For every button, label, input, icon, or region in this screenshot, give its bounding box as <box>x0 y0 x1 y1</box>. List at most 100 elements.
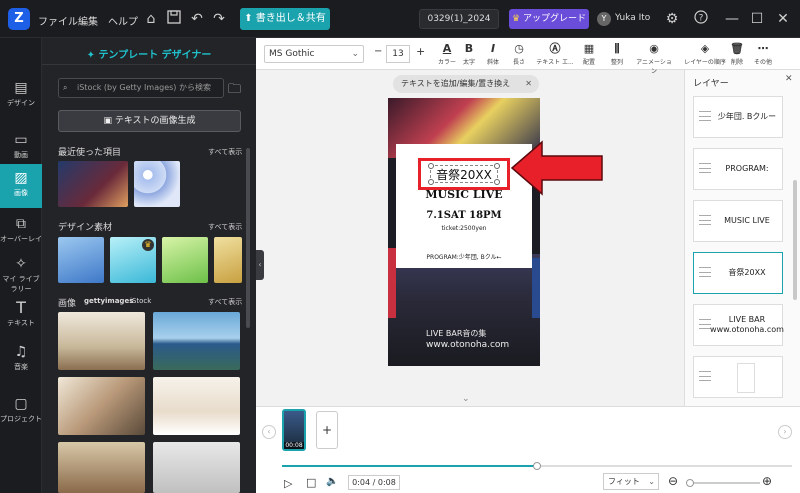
menu-help[interactable]: ヘルプ <box>108 13 138 28</box>
recent-thumb-pattern[interactable] <box>134 161 180 207</box>
menu-edit[interactable]: 編集 <box>78 13 98 28</box>
maximize-icon[interactable]: ☐ <box>748 10 766 28</box>
tool-design[interactable]: ▤ デザイン <box>0 74 42 118</box>
see-all-recent[interactable]: すべて表示 <box>208 147 242 157</box>
zoom-out-icon[interactable]: ⊖ <box>668 474 678 488</box>
zoom-knob[interactable] <box>686 479 694 487</box>
font-size-field[interactable]: 13 <box>386 45 410 63</box>
layer-item[interactable] <box>693 356 783 398</box>
add-clip-button[interactable]: + <box>316 411 338 449</box>
close-tip-icon[interactable]: ✕ <box>525 75 532 93</box>
upgrade-button[interactable]: ♛ アップグレード <box>509 9 589 29</box>
timeline: ‹ 00:08 + › ▷ □ 🔈 0:04 / 0:08 フィット ⌄ ⊖ ⊕ <box>256 406 800 493</box>
image-thumb-dining[interactable] <box>58 312 145 370</box>
tool-text[interactable]: T テキスト <box>0 294 42 338</box>
minimize-icon[interactable]: — <box>723 10 741 28</box>
close-icon[interactable]: ✕ <box>774 10 792 28</box>
poster-date[interactable]: 7.1SAT 18PM <box>396 210 532 221</box>
arrange-icon: ▦ <box>583 42 595 55</box>
zoom-slider[interactable] <box>686 479 760 487</box>
video-icon: ▭ <box>14 132 28 148</box>
align-button[interactable]: ⫼ 整列 <box>602 42 632 66</box>
more-button[interactable]: ⋯ その他 <box>748 42 778 66</box>
panel-scrollbar[interactable] <box>246 148 250 328</box>
tool-music[interactable]: ♫ 音楽 <box>0 338 42 382</box>
recent-thumb-concert[interactable] <box>58 161 128 207</box>
layer-item[interactable]: 少年団. Bクルー <box>693 96 783 138</box>
gear-icon[interactable]: ⚙ <box>663 10 681 28</box>
search-input[interactable]: ⌕ iStock (by Getty Images) から検索 <box>58 78 224 98</box>
poster-url[interactable]: www.otonoha.com <box>426 340 509 350</box>
collapse-panel-handle[interactable]: ‹ <box>256 250 264 280</box>
poster-ticket[interactable]: ticket:2500yen <box>396 225 532 232</box>
drag-handle-icon[interactable] <box>699 111 711 121</box>
increase-size-button[interactable]: + <box>416 45 425 58</box>
home-icon[interactable]: ⌂ <box>142 10 160 28</box>
text-effect-button[interactable]: Ⓐ テキスト エ... <box>536 42 574 66</box>
drag-handle-icon[interactable] <box>699 215 711 225</box>
arrange-button[interactable]: ▦ 配置 <box>574 42 604 66</box>
avatar[interactable]: Y <box>597 12 611 26</box>
generate-image-button[interactable]: ▣ テキストの画像生成 <box>58 110 241 132</box>
stop-icon[interactable]: □ <box>306 476 316 489</box>
play-icon[interactable]: ▷ <box>284 477 292 490</box>
see-all-design[interactable]: すべて表示 <box>208 222 242 232</box>
duration-button[interactable]: ◷ 長さ <box>504 42 534 66</box>
design-thumb-cyan[interactable]: ♛ <box>110 237 156 283</box>
layout-icon: ▤ <box>14 80 28 96</box>
image-thumb-bedroom[interactable] <box>153 377 240 435</box>
help-icon[interactable]: ? <box>692 10 710 28</box>
save-icon[interactable] <box>165 10 183 28</box>
design-thumb-green[interactable] <box>162 237 208 283</box>
layer-item[interactable]: PROGRAM: <box>693 148 783 190</box>
animation-button[interactable]: ◉ アニメーション <box>634 42 674 75</box>
poster-program[interactable]: PROGRAM:少年団, Bクル← <box>396 252 532 261</box>
menu-file[interactable]: ファイル <box>38 13 78 28</box>
library-icon: ✧ <box>15 256 27 272</box>
design-thumb-gold[interactable] <box>214 237 242 283</box>
drag-handle-icon[interactable] <box>699 163 711 173</box>
layers-scrollbar[interactable] <box>793 180 797 300</box>
edit-tip[interactable]: テキストを追加/編集/置き換え ✕ <box>393 75 539 93</box>
design-thumb-blue[interactable] <box>58 237 104 283</box>
drag-handle-icon[interactable] <box>699 371 711 381</box>
seek-knob[interactable] <box>533 462 541 470</box>
font-select[interactable]: MS Gothic ⌄ <box>264 45 364 63</box>
layer-item-selected[interactable]: 音祭20XX <box>693 252 783 294</box>
recent-title: 最近使った項目 <box>58 148 122 158</box>
scroll-left-icon[interactable]: ‹ <box>262 425 276 439</box>
user-name[interactable]: Yuka Ito <box>615 13 650 23</box>
export-share-button[interactable]: ⬆ 書き出し＆共有 <box>240 8 330 30</box>
layer-item[interactable]: MUSIC LIVE <box>693 200 783 242</box>
close-icon[interactable]: ✕ <box>785 74 793 84</box>
image-thumb-room[interactable] <box>58 442 145 493</box>
folder-open-icon[interactable]: 🗀 <box>228 80 241 102</box>
image-thumb-couple[interactable] <box>58 377 145 435</box>
poster-title[interactable]: 音祭20XX <box>418 166 510 183</box>
undo-icon[interactable]: ↶ <box>188 10 206 28</box>
project-name[interactable]: 0329(1)_2024 <box>419 9 499 29</box>
zoom-select[interactable]: フィット ⌄ <box>603 473 659 490</box>
tool-image[interactable]: ▨ 画像 <box>0 164 42 208</box>
seek-track[interactable] <box>282 462 792 470</box>
layer-order-button[interactable]: ◈ レイヤーの順序 <box>684 42 726 66</box>
clip-thumbnail[interactable]: 00:08 <box>282 409 306 451</box>
tool-library[interactable]: ✧ マイ ライブラリー <box>0 250 42 294</box>
image-thumb-interior[interactable] <box>153 442 240 493</box>
text-icon: T <box>16 298 26 317</box>
tool-project[interactable]: ▢ プロジェクト <box>0 390 42 434</box>
redo-icon[interactable]: ↷ <box>210 10 228 28</box>
scroll-right-icon[interactable]: › <box>778 425 792 439</box>
time-display[interactable]: 0:04 / 0:08 <box>348 475 400 490</box>
image-thumb-coast[interactable] <box>153 312 240 370</box>
chevron-down-icon[interactable]: ⌄ <box>462 394 470 404</box>
volume-icon[interactable]: 🔈 <box>326 476 338 487</box>
clock-icon: ◷ <box>514 42 524 55</box>
poster-venue[interactable]: LIVE BAR音の集 <box>426 328 486 339</box>
see-all-images[interactable]: すべて表示 <box>208 297 242 307</box>
drag-handle-icon[interactable] <box>699 267 711 277</box>
decrease-size-button[interactable]: − <box>374 46 382 57</box>
tool-overlay[interactable]: ⧉ オーバーレイ <box>0 210 42 254</box>
layer-item[interactable]: LIVE BAR www.otonoha.com <box>693 304 784 346</box>
zoom-in-icon[interactable]: ⊕ <box>762 474 772 488</box>
